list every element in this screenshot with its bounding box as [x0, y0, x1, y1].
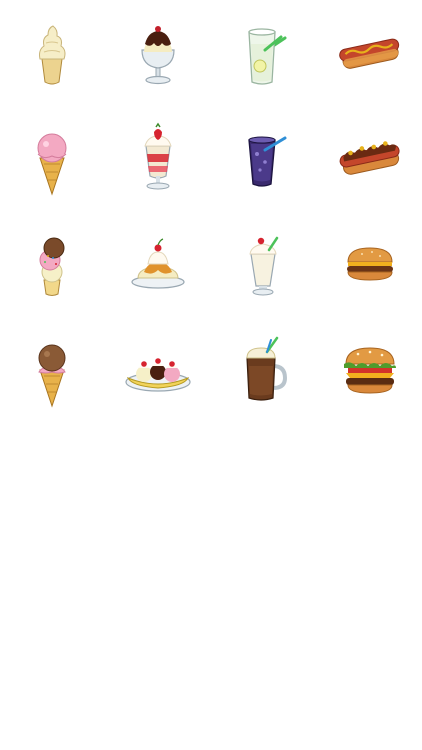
- sticker-banana-split[interactable]: [118, 330, 198, 410]
- root-beer-float-icon: [246, 336, 288, 401]
- sticker-hot-dog[interactable]: [330, 14, 410, 94]
- chocolate-sundae-icon: [141, 26, 175, 85]
- strawberry-cone-icon: [37, 133, 67, 196]
- deluxe-burger-icon: [344, 347, 396, 394]
- sticker-hamburger[interactable]: [330, 224, 410, 304]
- banana-split-icon: [125, 358, 191, 392]
- sticker-deluxe-burger[interactable]: [330, 330, 410, 410]
- chocolate-cone-icon: [38, 344, 66, 408]
- sticker-grid: [0, 0, 422, 420]
- hamburger-icon: [347, 247, 393, 281]
- sticker-strawberry-parfait[interactable]: [118, 118, 198, 198]
- chili-dog-icon: [339, 141, 400, 175]
- hot-dog-icon: [339, 38, 400, 69]
- soft-serve-cone-icon: [39, 25, 66, 85]
- sticker-caramel-sundae[interactable]: [118, 224, 198, 304]
- strawberry-parfait-icon: [144, 122, 172, 190]
- sticker-soft-serve-cone[interactable]: [12, 14, 92, 94]
- grape-soda-icon: [248, 136, 287, 187]
- vanilla-milkshake-icon: [249, 236, 279, 296]
- sticker-chocolate-sundae[interactable]: [118, 14, 198, 94]
- sticker-lemonade-glass[interactable]: [223, 14, 303, 94]
- sticker-chili-dog[interactable]: [330, 118, 410, 198]
- sticker-grape-soda[interactable]: [223, 118, 303, 198]
- sticker-root-beer-float[interactable]: [223, 330, 303, 410]
- sticker-chocolate-cone[interactable]: [12, 330, 92, 410]
- sticker-triple-scoop-cone[interactable]: [12, 224, 92, 304]
- triple-scoop-cone-icon: [39, 237, 65, 296]
- sticker-strawberry-cone[interactable]: [12, 118, 92, 198]
- caramel-sundae-icon: [131, 238, 185, 289]
- lemonade-glass-icon: [248, 28, 287, 85]
- sticker-vanilla-milkshake[interactable]: [223, 224, 303, 304]
